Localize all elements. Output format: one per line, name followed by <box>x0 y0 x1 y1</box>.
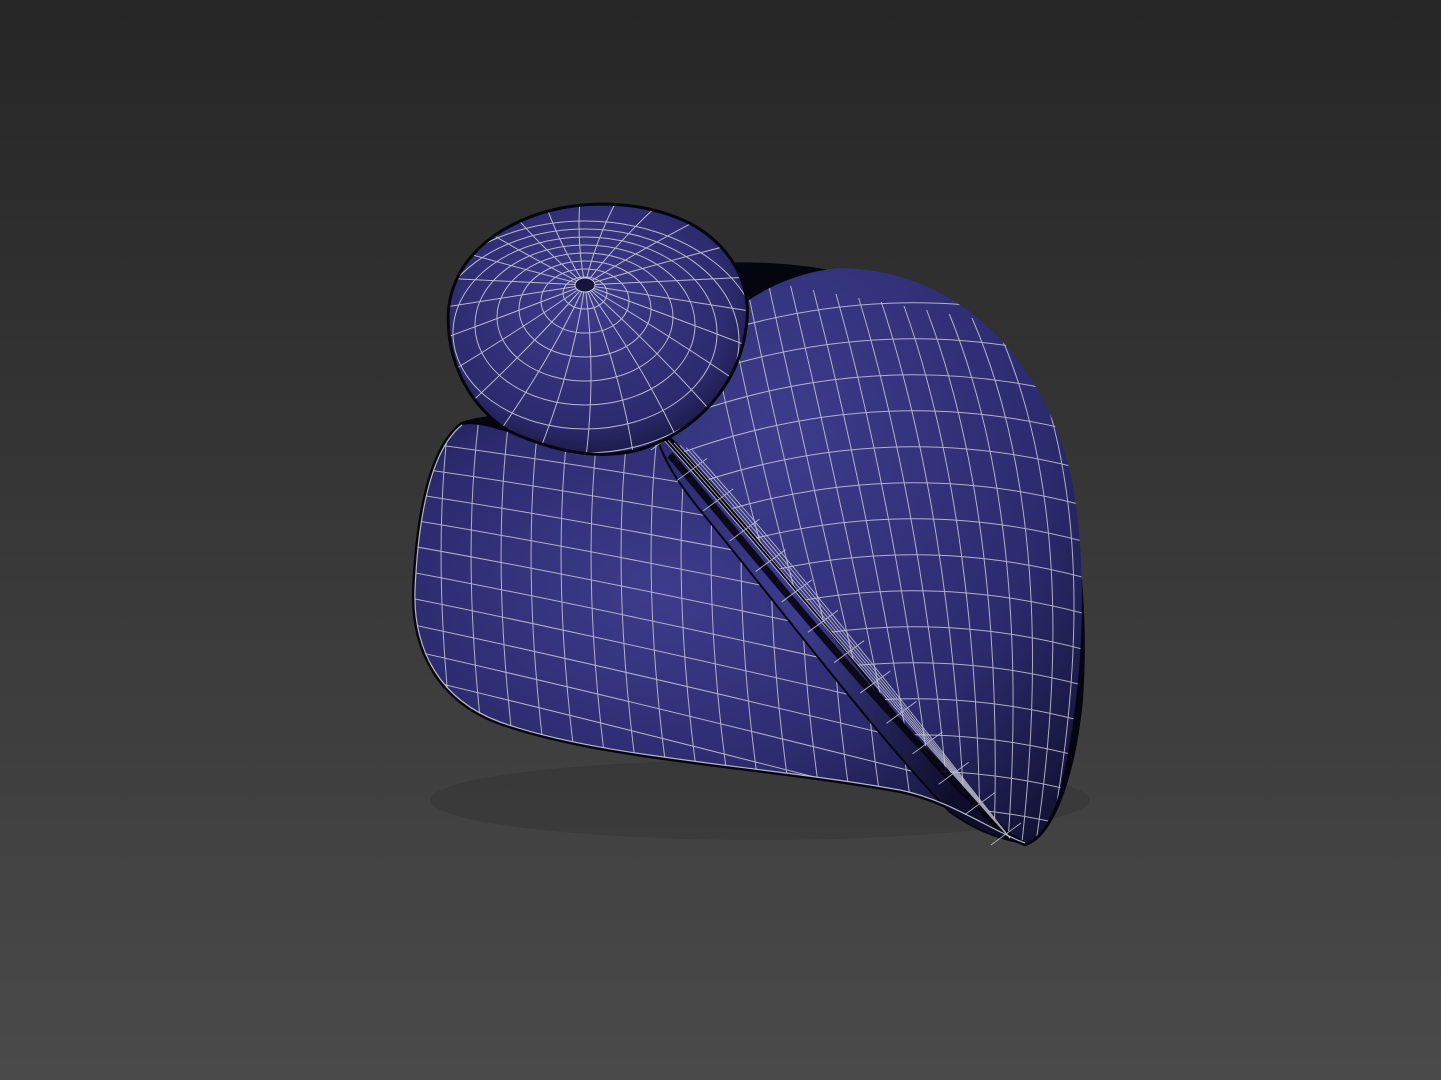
viewport-canvas[interactable] <box>0 0 1441 1080</box>
3d-viewport[interactable] <box>0 0 1441 1080</box>
knot-center-dimple <box>574 277 596 293</box>
